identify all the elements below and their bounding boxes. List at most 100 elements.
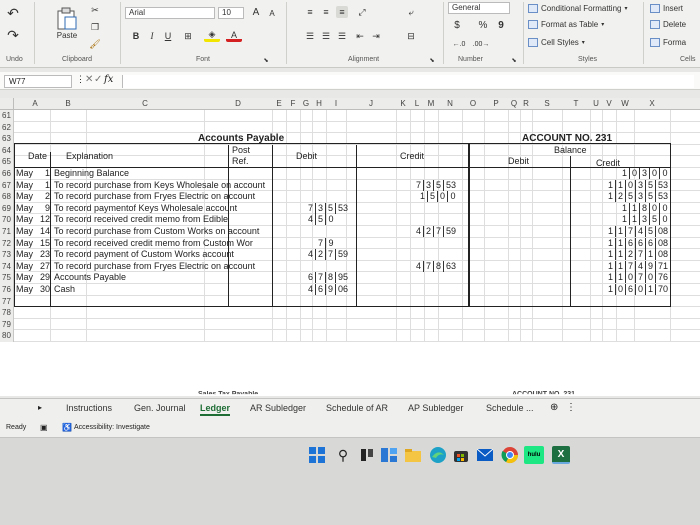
formula-input[interactable] (122, 75, 694, 88)
cancel-icon[interactable]: ✕ (85, 74, 93, 85)
accessibility-icon[interactable]: ♿ (62, 423, 72, 432)
dialog-launcher-icon[interactable]: ⬊ (262, 56, 270, 64)
row-header[interactable]: 74 (0, 260, 14, 273)
search-icon[interactable]: ⚲ (334, 446, 352, 464)
currency-button[interactable]: $ (450, 18, 464, 32)
more-options-icon[interactable]: ⋮ (566, 402, 576, 413)
bold-button[interactable]: B (130, 30, 142, 42)
row-header[interactable]: 77 (0, 295, 14, 308)
sheet-tab[interactable]: Instructions (66, 403, 112, 413)
sheet-tab[interactable]: Schedule of AR (326, 403, 388, 413)
worksheet-grid[interactable]: 61 62 63 64 65 66 67 68 69 70 71 72 73 74 75 76 77 78 79 80… (0, 110, 700, 396)
decrease-indent-icon[interactable]: ⇤ (354, 30, 366, 42)
row-header[interactable]: 75 (0, 272, 14, 284)
orientation-icon[interactable]: ⤢ (354, 6, 370, 18)
column-header[interactable]: W (616, 98, 634, 110)
increase-indent-icon[interactable]: ⇥ (370, 30, 382, 42)
cut-icon[interactable]: ✂ (88, 3, 102, 17)
column-header[interactable]: Q (508, 98, 520, 110)
column-header[interactable]: B (50, 98, 86, 110)
file-explorer-icon[interactable] (404, 446, 422, 464)
format-button[interactable]: Forma (650, 36, 686, 49)
column-header[interactable]: G (300, 98, 312, 110)
windows-start-icon[interactable] (308, 446, 326, 464)
row-header[interactable]: 78 (0, 307, 14, 319)
column-header[interactable]: R (520, 98, 532, 110)
scroll-tabs-right-icon[interactable]: ▸ (38, 403, 42, 412)
sheet-tab[interactable]: AP Subledger (408, 403, 463, 413)
delete-button[interactable]: Delete (650, 18, 686, 31)
align-right-icon[interactable]: ☰ (336, 30, 348, 42)
shrink-font-button[interactable]: A (266, 7, 278, 19)
insert-button[interactable]: Insert (650, 2, 683, 15)
row-header[interactable]: 65 (0, 156, 14, 168)
copy-icon[interactable]: ❐ (88, 20, 102, 34)
comma-button[interactable]: 9 (494, 18, 508, 32)
wrap-text-icon[interactable]: ⤶ (404, 5, 418, 19)
store-icon[interactable] (452, 446, 470, 464)
align-middle-icon[interactable]: ≡ (320, 6, 332, 18)
align-left-icon[interactable]: ☰ (304, 30, 316, 42)
merge-center-icon[interactable]: ⊟ (404, 30, 418, 42)
column-header[interactable]: S (532, 98, 562, 110)
row-header[interactable]: 68 (0, 191, 14, 203)
number-format-dropdown[interactable]: General (448, 2, 510, 14)
insert-function-button[interactable]: fx (104, 74, 113, 85)
font-name-dropdown[interactable]: Arial (125, 7, 215, 19)
hulu-app-icon[interactable]: hulu (524, 446, 544, 464)
column-header[interactable]: M (424, 98, 438, 110)
decrease-decimal-icon[interactable]: .00→ (472, 38, 490, 50)
column-header[interactable]: D (204, 98, 272, 110)
select-all-corner[interactable] (0, 98, 14, 110)
add-sheet-icon[interactable]: ⊕ (550, 402, 558, 413)
align-top-icon[interactable]: ≡ (304, 6, 316, 18)
row-header[interactable]: 80 (0, 330, 14, 342)
row-header[interactable]: 79 (0, 318, 14, 331)
mail-icon[interactable] (476, 446, 494, 464)
row-header[interactable]: 67 (0, 179, 14, 192)
row-header[interactable]: 62 (0, 121, 14, 134)
column-header[interactable]: J (346, 98, 396, 110)
column-header[interactable]: T (562, 98, 590, 110)
enter-icon[interactable]: ✓ (94, 74, 102, 85)
redo-button[interactable]: ↷ (4, 26, 22, 44)
row-header[interactable]: 66 (0, 168, 14, 180)
accessibility-status[interactable]: Accessibility: Investigate (74, 424, 150, 431)
column-header[interactable]: O (462, 98, 484, 110)
column-header[interactable]: P (484, 98, 508, 110)
increase-decimal-icon[interactable]: ←.0 (450, 38, 468, 50)
more-icon[interactable]: ⋮ (76, 74, 85, 85)
chrome-icon[interactable] (500, 445, 520, 465)
dialog-launcher-icon[interactable]: ⬊ (428, 56, 436, 64)
excel-app-icon[interactable]: X (552, 446, 570, 464)
fill-color-icon[interactable]: ◈ (204, 29, 220, 42)
undo-button[interactable]: ↶ (4, 4, 22, 22)
grow-font-button[interactable]: A (250, 6, 262, 18)
column-header[interactable]: K (396, 98, 410, 110)
name-box[interactable]: W77 (4, 75, 72, 88)
row-header[interactable]: 61 (0, 110, 14, 122)
edge-browser-icon[interactable] (428, 445, 448, 465)
underline-button[interactable]: U (162, 30, 174, 42)
dialog-launcher-icon[interactable]: ⬊ (510, 56, 518, 64)
align-bottom-icon[interactable]: ≡ (336, 6, 348, 18)
sheet-tab[interactable]: AR Subledger (250, 403, 306, 413)
column-header[interactable]: V (602, 98, 616, 110)
column-header[interactable]: L (410, 98, 424, 110)
percent-button[interactable]: % (476, 18, 490, 32)
column-header[interactable]: E (272, 98, 286, 110)
task-view-icon[interactable] (358, 446, 376, 464)
row-header[interactable]: 63 (0, 133, 14, 145)
column-header[interactable]: H (312, 98, 326, 110)
row-header[interactable]: 69 (0, 202, 14, 215)
column-header[interactable]: N (438, 98, 462, 110)
conditional-formatting-button[interactable]: Conditional Formatting ▾ (528, 2, 628, 15)
row-header[interactable]: 72 (0, 237, 14, 250)
sheet-tab[interactable]: Ledger (200, 403, 231, 416)
align-center-icon[interactable]: ☰ (320, 30, 332, 42)
format-as-table-button[interactable]: Format as Table ▾ (528, 18, 604, 31)
font-color-button[interactable]: A (226, 30, 242, 42)
row-header[interactable]: 64 (0, 144, 14, 157)
borders-icon[interactable]: ⊞ (180, 30, 196, 42)
column-header[interactable]: F (286, 98, 300, 110)
